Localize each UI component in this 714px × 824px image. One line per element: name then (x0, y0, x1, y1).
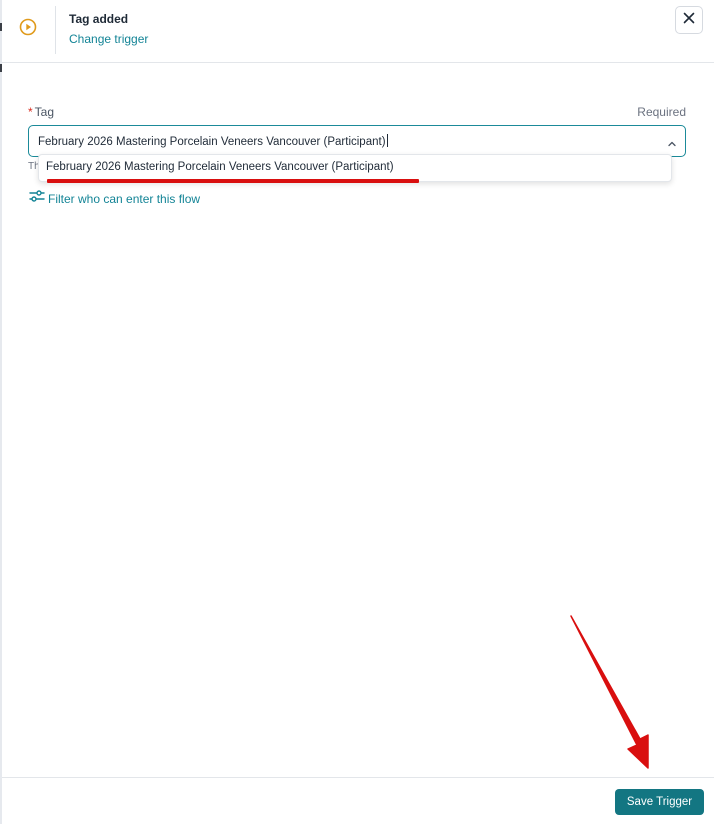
annotation-underline (47, 179, 419, 183)
tag-input-value-wrap: February 2026 Mastering Porcelain Veneer… (38, 134, 388, 148)
left-edge-border (0, 0, 2, 824)
chevron-up-icon[interactable] (667, 136, 677, 147)
tag-dropdown-menu: February 2026 Mastering Porcelain Veneer… (38, 154, 672, 182)
sliders-icon (29, 189, 45, 208)
panel-header: Tag added Change trigger (2, 0, 714, 63)
panel-footer: Save Trigger (2, 777, 714, 824)
filter-entry-link[interactable]: Filter who can enter this flow (29, 189, 200, 208)
text-cursor (386, 134, 388, 147)
edge-mark (0, 64, 2, 72)
tag-input-value: February 2026 Mastering Porcelain Veneer… (38, 136, 386, 148)
tag-field-label: * Tag (28, 105, 54, 119)
trigger-title: Tag added (69, 12, 129, 26)
filter-link-label: Filter who can enter this flow (48, 191, 201, 206)
header-divider (55, 6, 56, 54)
play-circle-icon (19, 18, 37, 36)
tag-label-text: Tag (34, 105, 55, 119)
annotation-arrow (570, 615, 649, 769)
close-icon (683, 11, 695, 29)
dropdown-option[interactable]: February 2026 Mastering Porcelain Veneer… (46, 161, 394, 173)
save-trigger-button[interactable]: Save Trigger (615, 789, 704, 815)
required-hint: Required (637, 105, 686, 119)
change-trigger-link[interactable]: Change trigger (69, 32, 148, 46)
tag-select-input[interactable]: February 2026 Mastering Porcelain Veneer… (28, 125, 686, 157)
trigger-editor-panel: Tag added Change trigger * Tag Required F… (0, 0, 714, 824)
required-asterisk: * (28, 105, 33, 119)
close-button[interactable] (675, 6, 703, 34)
